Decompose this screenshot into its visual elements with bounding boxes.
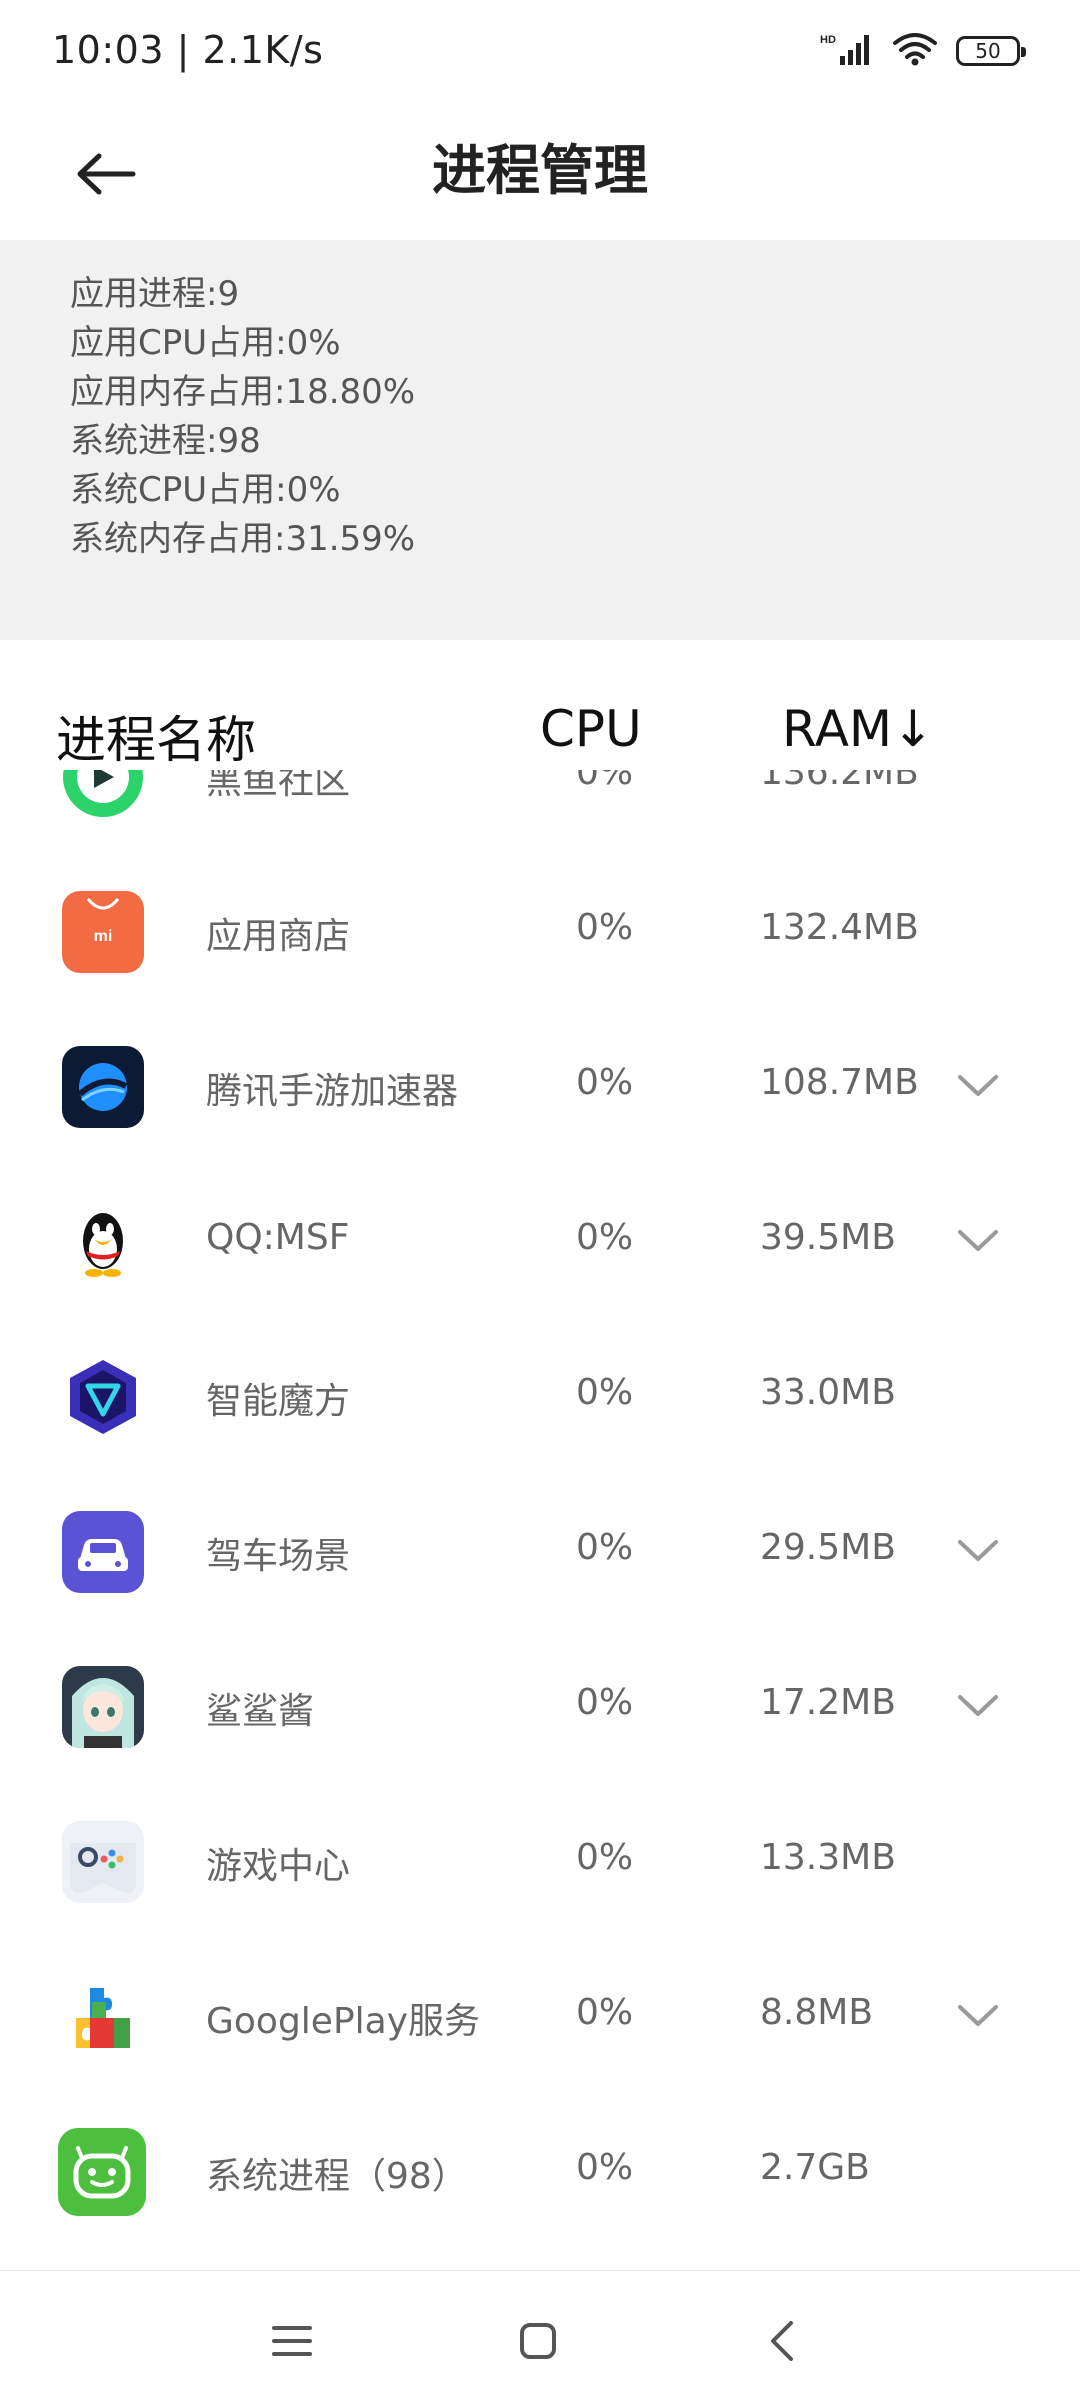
expand-button[interactable] [952,1221,1004,1261]
column-header-ram[interactable]: RAM↓ [782,700,934,758]
anime-avatar-icon [62,1666,144,1748]
system-process-icon [58,2128,146,2216]
process-cpu: 0% [576,1217,634,1258]
process-row[interactable]: GooglePlay服务 0% 8.8MB [0,1940,1080,2095]
process-name: 驾车场景 [206,1536,351,1577]
process-row[interactable]: 黑鱼社区 0% 136.2MB [0,770,1080,855]
google-play-services-icon [62,1976,144,2058]
home-icon [520,2323,556,2359]
process-name: 鲨鲨酱 [206,1691,315,1732]
process-name: 腾讯手游加速器 [206,1071,459,1112]
smart-cube-icon [62,1356,144,1438]
status-icons: HD 50 [820,32,1026,70]
process-cpu: 0% [576,1992,634,2033]
process-cpu: 0% [576,1372,634,1413]
qq-penguin-icon [62,1201,144,1283]
game-center-icon [62,1821,144,1903]
process-cpu: 0% [576,1527,634,1568]
expand-button[interactable] [952,1531,1004,1571]
process-row[interactable]: 系统进程（98） 0% 2.7GB [0,2095,1080,2250]
summary-panel: 应用进程:9 应用CPU占用:0% 应用内存占用:18.80% 系统进程:98 … [0,240,1080,640]
process-ram: 39.5MB [760,1217,896,1258]
process-ram: 108.7MB [760,1062,919,1103]
process-row[interactable]: mi 应用商店 0% 132.4MB [0,855,1080,1010]
process-row[interactable]: QQ:MSF 0% 39.5MB [0,1165,1080,1320]
process-cpu: 0% [576,2147,634,2188]
expand-button[interactable] [952,1686,1004,1726]
expand-button[interactable] [952,1996,1004,2036]
car-mode-icon [62,1511,144,1593]
process-name: 游戏中心 [206,1846,351,1887]
back-nav-icon [771,2321,793,2361]
signal-icon: HD [820,32,874,70]
process-name: GooglePlay服务 [206,2001,481,2042]
chevron-down-icon [958,1230,998,1251]
status-time: 10:03 | 2.1K/s [52,28,324,72]
process-name: 系统进程（98） [206,2156,468,2197]
system-process-count: 系统进程:98 [70,421,261,461]
chevron-down-icon [958,2005,998,2026]
page-title: 进程管理 [432,139,648,202]
column-header-cpu[interactable]: CPU [540,700,642,758]
process-cpu: 0% [576,907,634,948]
process-ram: 33.0MB [760,1372,896,1413]
process-cpu: 0% [576,1837,634,1878]
heiyu-community-icon [62,770,144,818]
battery-level: 50 [975,39,1001,63]
navigation-bar [0,2270,1080,2401]
process-name: QQ:MSF [206,1217,350,1258]
process-name: 应用商店 [206,916,351,957]
process-cpu: 0% [576,1682,634,1723]
process-ram: 2.7GB [760,2147,870,2188]
column-header-name[interactable]: 进程名称 [56,700,256,772]
chevron-down-icon [958,1540,998,1561]
process-row[interactable]: 驾车场景 0% 29.5MB [0,1475,1080,1630]
process-row[interactable]: 腾讯手游加速器 0% 108.7MB [0,1010,1080,1165]
process-ram: 13.3MB [760,1837,896,1878]
title-bar: 进程管理 [0,104,1080,240]
process-list[interactable]: 黑鱼社区 0% 136.2MB mi 应用商店 0% 132.4MB 腾讯手游加… [0,770,1080,2270]
status-bar: 10:03 | 2.1K/s HD 50 [0,0,1080,104]
home-button[interactable] [508,2311,568,2371]
table-header: 进程名称 CPU RAM↓ [0,690,1080,770]
process-row[interactable]: 鲨鲨酱 0% 17.2MB [0,1630,1080,1785]
network-type-label: HD [820,34,836,46]
menu-icon [272,2326,312,2356]
chevron-down-icon [958,1695,998,1716]
app-memory-usage: 应用内存占用:18.80% [70,372,416,412]
process-ram: 29.5MB [760,1527,896,1568]
wifi-icon [892,32,938,70]
expand-button[interactable] [952,1066,1004,1106]
app-cpu-usage: 应用CPU占用:0% [70,323,341,363]
system-memory-usage: 系统内存占用:31.59% [70,519,416,559]
system-cpu-usage: 系统CPU占用:0% [70,470,341,510]
process-ram: 8.8MB [760,1992,874,2033]
system-back-button[interactable] [752,2311,812,2371]
process-row[interactable]: 游戏中心 0% 13.3MB [0,1785,1080,1940]
process-row[interactable]: 智能魔方 0% 33.0MB [0,1320,1080,1475]
chevron-down-icon [958,1075,998,1096]
process-ram: 132.4MB [760,907,919,948]
process-cpu: 0% [576,770,634,793]
recent-apps-button[interactable] [262,2311,322,2371]
tencent-game-accelerator-icon [62,1046,144,1128]
battery-icon: 50 [956,36,1026,66]
svg-text:mi: mi [94,928,113,945]
process-cpu: 0% [576,1062,634,1103]
app-process-count: 应用进程:9 [70,274,240,314]
process-name: 黑鱼社区 [206,770,351,802]
app-store-icon: mi [62,891,144,973]
process-name: 智能魔方 [206,1381,351,1422]
process-ram: 136.2MB [760,770,919,793]
process-ram: 17.2MB [760,1682,896,1723]
